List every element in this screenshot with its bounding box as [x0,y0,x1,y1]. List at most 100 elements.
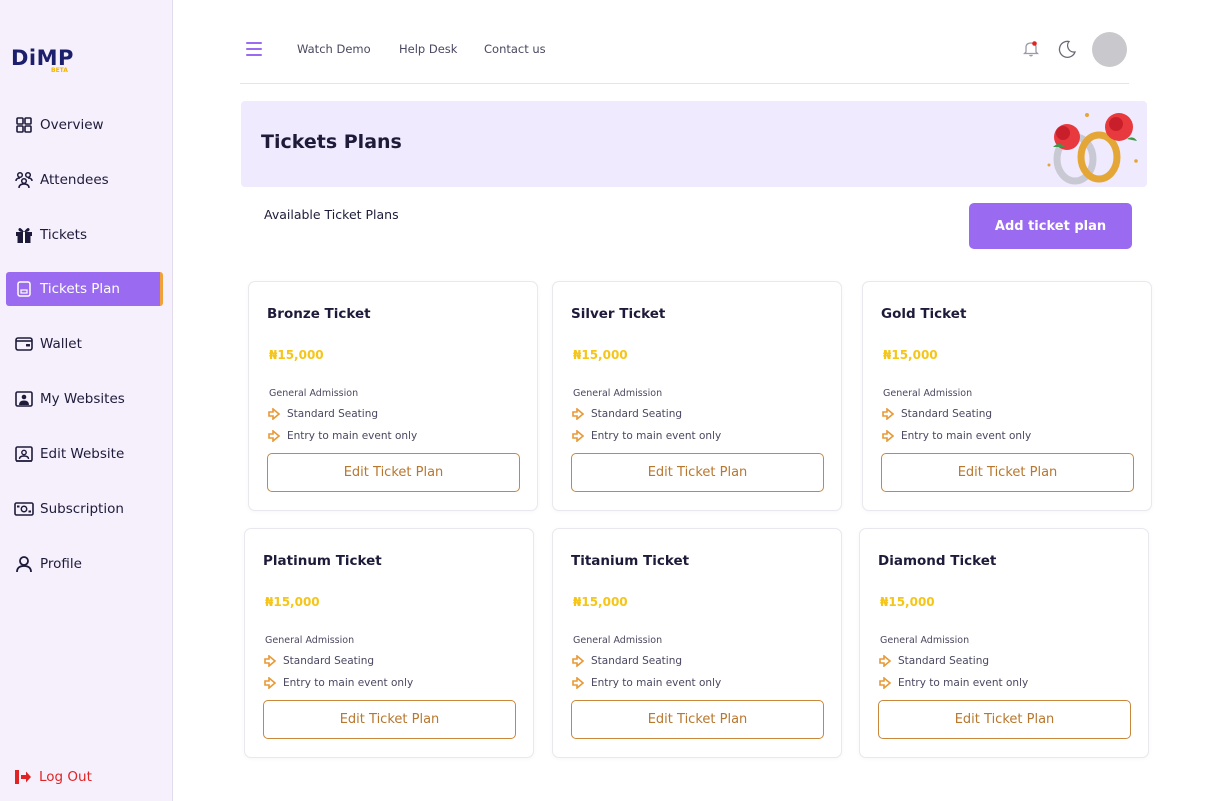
topbar: Watch Demo Help Desk Contact us [240,28,1129,84]
sidebar-item-label: Edit Website [40,446,125,462]
card-title: Platinum Ticket [263,553,382,569]
logout-button[interactable]: Log Out [14,768,92,786]
card-feature: Standard Seating [572,655,682,667]
card-price: ₦15,000 [880,595,935,609]
grid-icon [14,115,34,135]
moon-icon[interactable] [1057,39,1077,59]
card-admission: General Admission [573,388,663,399]
edit-website-icon [14,444,34,464]
card-feature: Standard Seating [264,655,374,667]
page-title: Tickets Plans [261,131,402,153]
arrow-right-icon [572,677,584,689]
ticket-card-diamond: Diamond Ticket ₦15,000 General Admission… [859,528,1149,758]
edit-ticket-plan-button[interactable]: Edit Ticket Plan [571,700,824,739]
sidebar-item-label: My Websites [40,391,125,407]
sidebar-item-label: Wallet [40,336,82,352]
card-feature-label: Entry to main event only [591,677,722,689]
sidebar-item-label: Tickets Plan [40,281,120,297]
arrow-right-icon [879,655,891,667]
card-title: Bronze Ticket [267,306,371,322]
card-admission: General Admission [883,388,973,399]
card-feature-label: Entry to main event only [901,430,1032,442]
avatar[interactable] [1092,32,1127,67]
ticket-card-platinum: Platinum Ticket ₦15,000 General Admissio… [244,528,534,758]
arrow-right-icon [882,430,894,442]
edit-ticket-plan-button[interactable]: Edit Ticket Plan [881,453,1134,492]
card-feature: Standard Seating [572,408,682,420]
gift-icon [14,225,34,245]
watch-demo-link[interactable]: Watch Demo [297,42,371,56]
card-title: Gold Ticket [881,306,967,322]
user-icon [14,554,34,574]
arrow-right-icon [572,408,584,420]
sidebar-item-tickets[interactable]: Tickets [6,218,163,252]
edit-ticket-plan-button[interactable]: Edit Ticket Plan [263,700,516,739]
card-admission: General Admission [880,635,970,646]
money-icon [14,499,34,519]
document-icon [14,279,34,299]
card-price: ₦15,000 [573,595,628,609]
edit-ticket-plan-button[interactable]: Edit Ticket Plan [267,453,520,492]
sidebar-item-overview[interactable]: Overview [6,108,163,142]
edit-ticket-plan-button[interactable]: Edit Ticket Plan [878,700,1131,739]
website-icon [14,389,34,409]
sidebar-item-wallet[interactable]: Wallet [6,327,163,361]
add-ticket-plan-button[interactable]: Add ticket plan [969,203,1132,249]
contact-us-link[interactable]: Contact us [484,42,546,56]
card-price: ₦15,000 [269,348,324,362]
card-feature-label: Standard Seating [901,408,993,420]
arrow-right-icon [882,408,894,420]
logout-label: Log Out [39,769,92,785]
card-admission: General Admission [265,635,355,646]
arrow-right-icon [264,655,276,667]
card-feature-label: Standard Seating [898,655,990,667]
sidebar: DiMP BETA Overview Attendees Tickets Tic… [0,0,173,801]
sidebar-item-tickets-plan[interactable]: Tickets Plan [6,272,163,306]
ticket-card-titanium: Titanium Ticket ₦15,000 General Admissio… [552,528,842,758]
sidebar-item-attendees[interactable]: Attendees [6,163,163,197]
card-feature-label: Entry to main event only [898,677,1029,689]
sidebar-item-profile[interactable]: Profile [6,547,163,581]
ticket-card-silver: Silver Ticket ₦15,000 General Admission … [552,281,842,511]
card-feature-label: Standard Seating [591,655,683,667]
bell-icon[interactable] [1022,40,1040,57]
card-feature-label: Entry to main event only [283,677,414,689]
arrow-right-icon [268,430,280,442]
card-feature-label: Entry to main event only [591,430,722,442]
sidebar-item-label: Attendees [40,172,109,188]
help-desk-link[interactable]: Help Desk [399,42,457,56]
page-banner: Tickets Plans [241,101,1147,187]
card-feature: Standard Seating [882,408,992,420]
card-title: Diamond Ticket [878,553,997,569]
logout-icon [14,768,32,786]
logo[interactable]: DiMP BETA [11,46,91,76]
edit-ticket-plan-button[interactable]: Edit Ticket Plan [571,453,824,492]
card-price: ₦15,000 [573,348,628,362]
card-feature: Standard Seating [879,655,989,667]
card-feature: Entry to main event only [572,677,721,689]
card-feature: Entry to main event only [572,430,721,442]
card-admission: General Admission [269,388,359,399]
arrow-right-icon [268,408,280,420]
app: DiMP BETA Overview Attendees Tickets Tic… [0,0,1230,801]
sidebar-item-label: Subscription [40,501,124,517]
card-title: Titanium Ticket [571,553,690,569]
sidebar-item-subscription[interactable]: Subscription [6,492,163,526]
sidebar-item-label: Overview [40,117,104,133]
sidebar-item-label: Tickets [40,227,87,243]
card-feature: Standard Seating [268,408,378,420]
card-feature-label: Standard Seating [283,655,375,667]
card-feature: Entry to main event only [264,677,413,689]
card-feature-label: Entry to main event only [287,430,418,442]
section-subtitle: Available Ticket Plans [264,207,399,222]
menu-icon[interactable] [246,42,262,56]
arrow-right-icon [572,655,584,667]
sidebar-item-edit-website[interactable]: Edit Website [6,437,163,471]
card-title: Silver Ticket [571,306,666,322]
card-price: ₦15,000 [265,595,320,609]
card-feature-label: Standard Seating [287,408,379,420]
arrow-right-icon [264,677,276,689]
sidebar-item-my-websites[interactable]: My Websites [6,382,163,416]
card-price: ₦15,000 [883,348,938,362]
card-feature: Entry to main event only [882,430,1031,442]
